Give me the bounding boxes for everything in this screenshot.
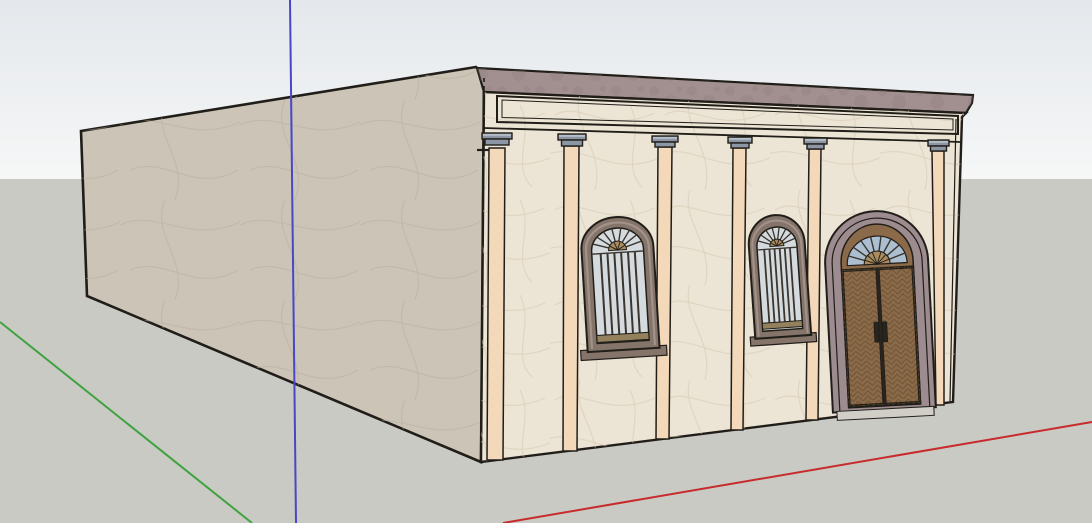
capital-highlight xyxy=(929,141,948,143)
capital-highlight xyxy=(653,137,677,139)
pilaster-capital-collar xyxy=(931,146,947,151)
entry-door[interactable] xyxy=(823,209,937,421)
pilaster-capital-abacus xyxy=(928,140,949,146)
pilaster-capital-abacus xyxy=(804,138,827,144)
pilaster-capital-collar xyxy=(485,139,509,145)
pilaster-capital-collar xyxy=(731,143,749,148)
pilaster-capital-abacus xyxy=(482,133,512,139)
door-handle-right[interactable] xyxy=(882,322,887,342)
door-handle-left[interactable] xyxy=(874,322,879,342)
pilaster-shaft xyxy=(656,147,672,439)
pilaster-capital-collar xyxy=(807,144,824,149)
pilaster-capital-collar xyxy=(655,142,675,147)
pilaster-shaft xyxy=(731,148,746,430)
pilaster-capital-abacus xyxy=(652,136,678,142)
capital-highlight xyxy=(729,138,751,140)
pilaster-shaft xyxy=(563,146,579,451)
pilaster-capital-abacus xyxy=(558,134,586,140)
pilaster-capital-collar xyxy=(562,140,583,146)
viewport-canvas[interactable] xyxy=(0,0,1092,523)
pilaster-shaft xyxy=(487,148,505,460)
capital-highlight xyxy=(805,139,826,141)
capital-highlight xyxy=(559,135,585,137)
pilaster-capital-abacus xyxy=(728,137,752,143)
capital-highlight xyxy=(483,134,511,136)
